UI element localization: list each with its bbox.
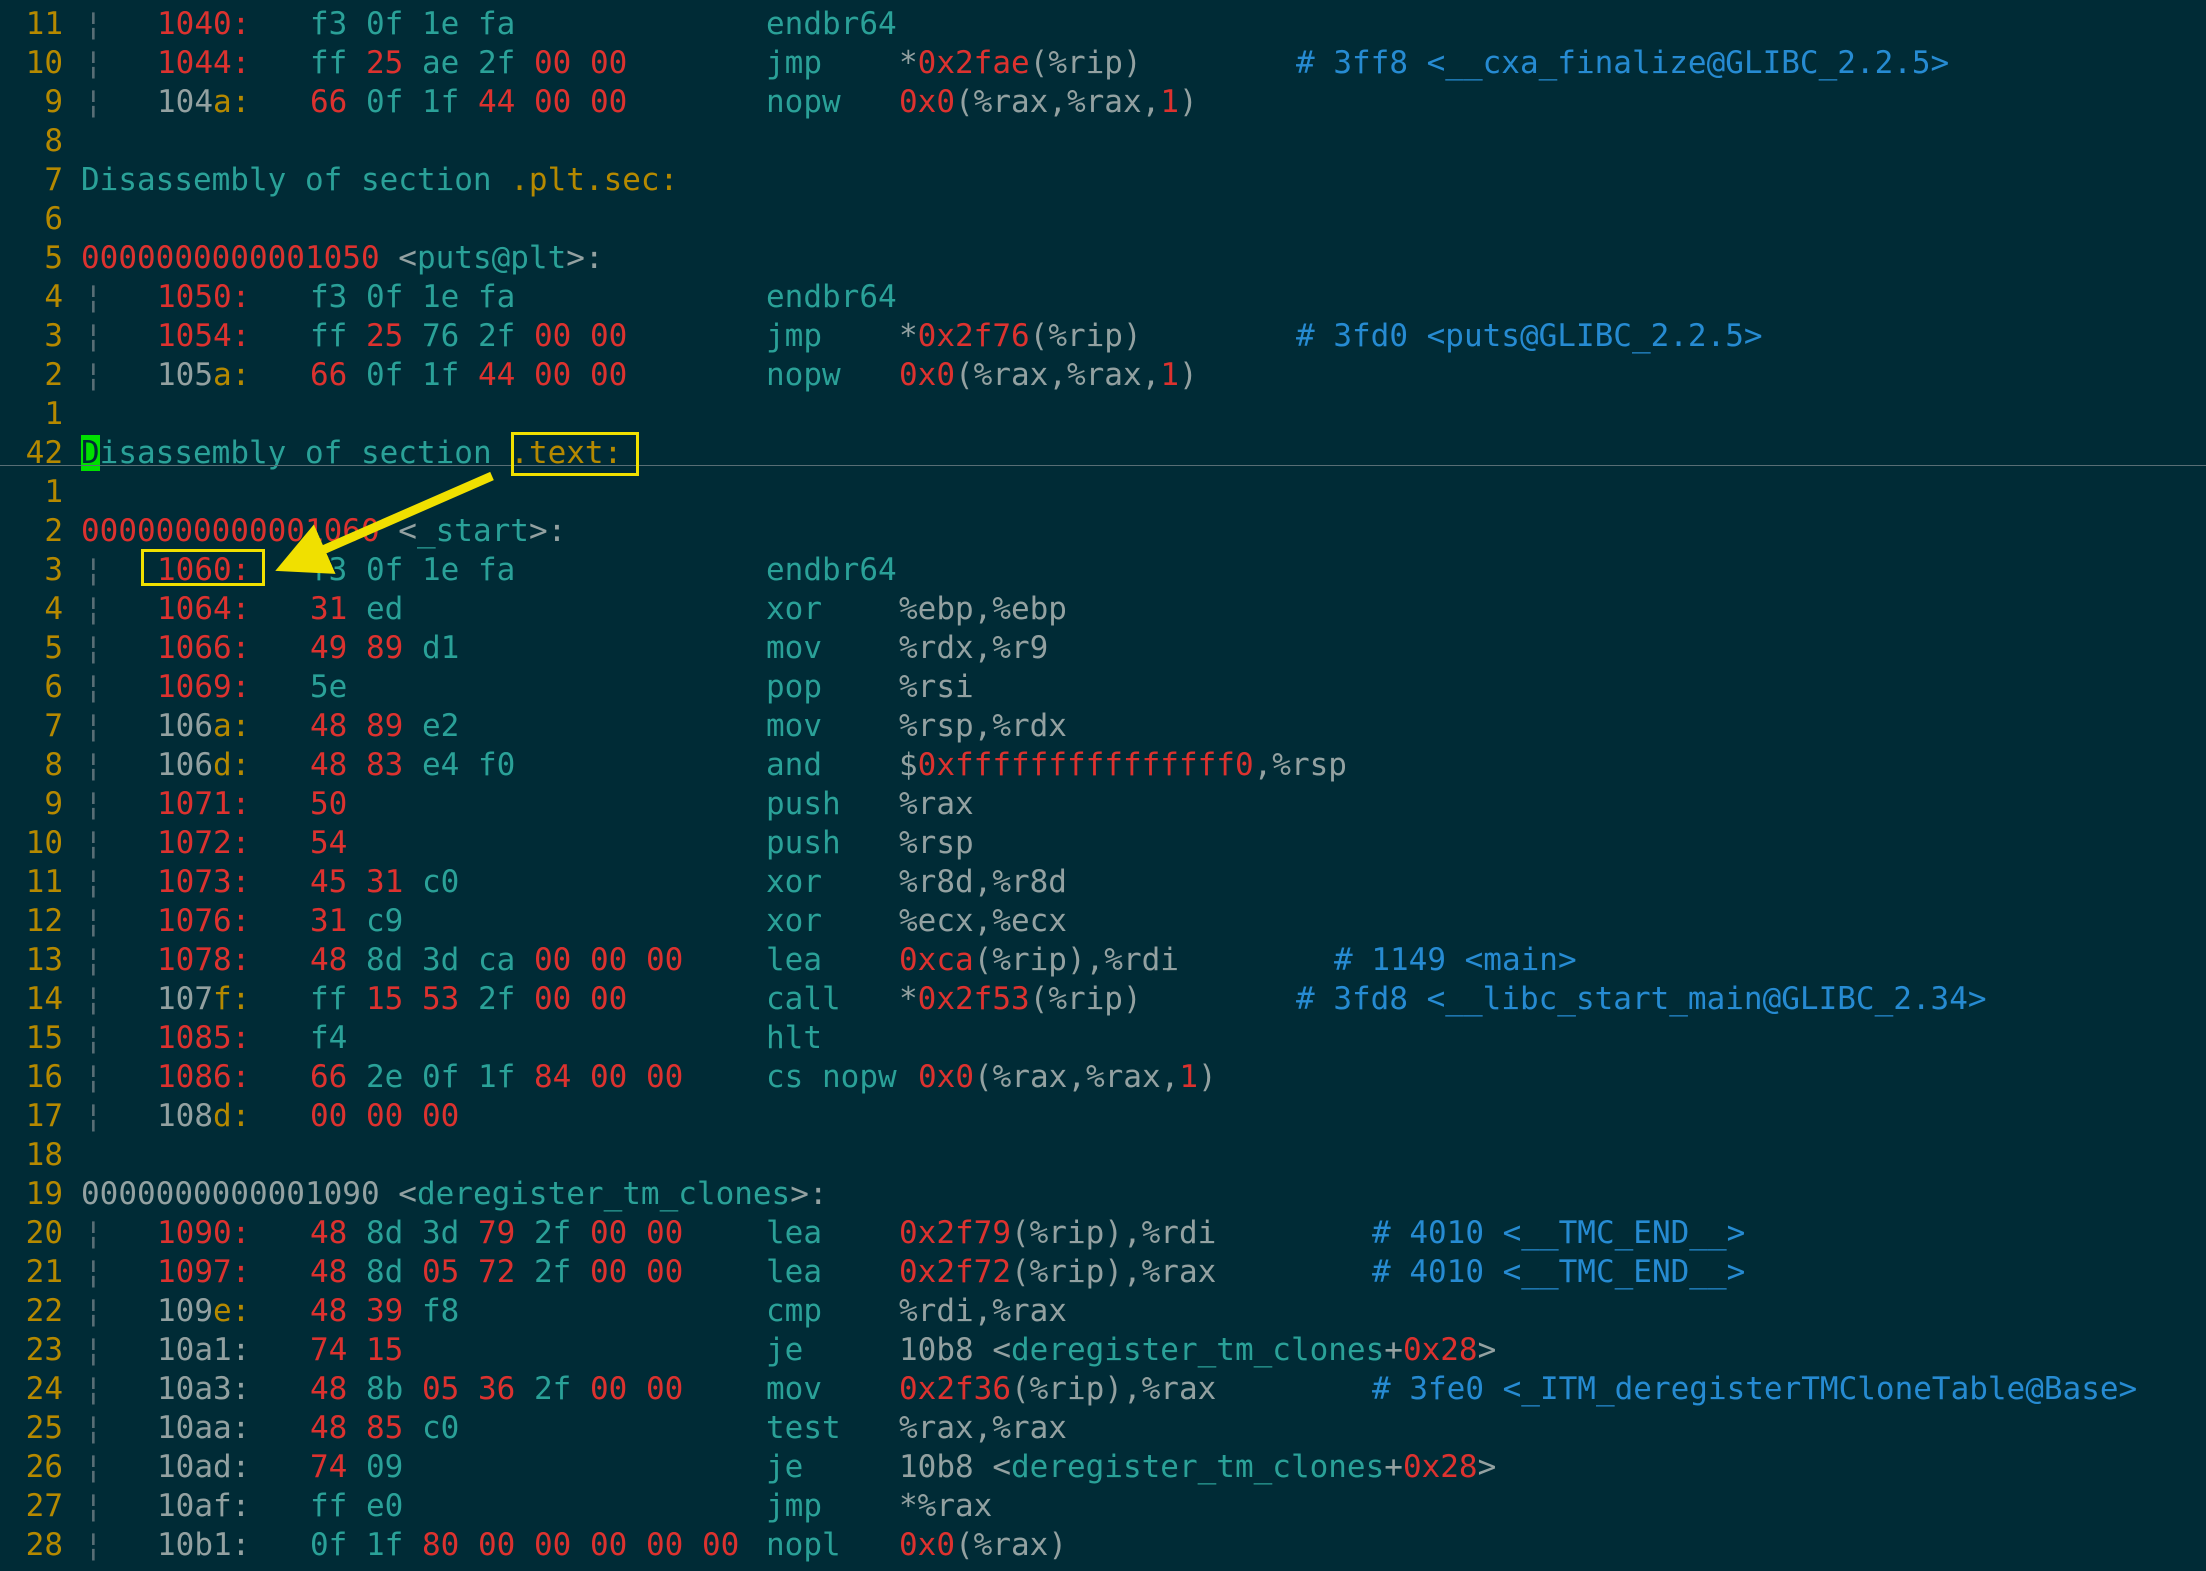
highlight-box-text-section (511, 432, 639, 476)
highlight-box-start-address (141, 549, 265, 586)
annotation-arrow-icon (275, 471, 494, 574)
